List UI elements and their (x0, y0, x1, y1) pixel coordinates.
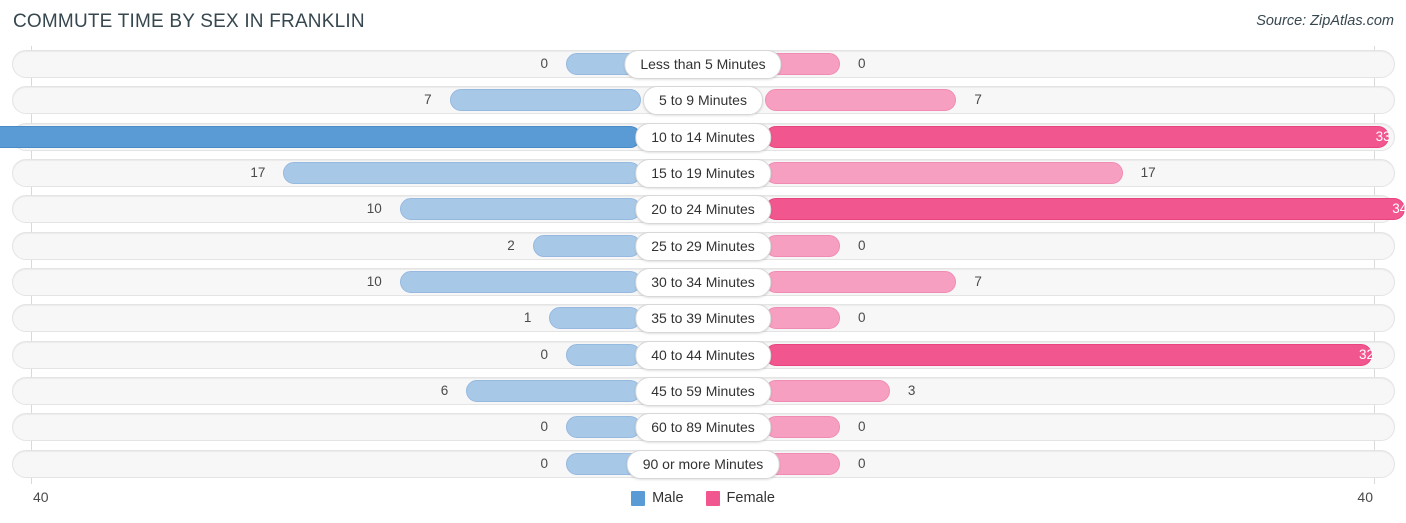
bar-value-male: 0 (540, 56, 548, 71)
bar-row: 1 0 35 to 39 Minutes (0, 300, 1406, 336)
category-label-pill: 30 to 34 Minutes (635, 268, 771, 298)
bar-value-male: 2 (507, 237, 515, 253)
bar-row: 0 0 90 or more Minutes (0, 446, 1406, 482)
category-label-pill: 25 to 29 Minutes (635, 231, 771, 261)
category-label-pill: 45 to 59 Minutes (635, 377, 771, 407)
bar-rows: 00Less than 5 Minutes775 to 9 Minutes393… (0, 46, 1406, 482)
bar-female[interactable] (765, 271, 957, 294)
legend-swatch-male-icon (631, 490, 646, 506)
legend-swatch-female-icon (705, 490, 720, 506)
bar-value-male: 0 (540, 346, 548, 362)
bar-value-female: 3 (907, 383, 916, 399)
bar-male[interactable] (566, 343, 641, 366)
bar-value-male: 6 (440, 383, 449, 399)
bar-row: 10 34 20 to 24 Minutes (0, 191, 1406, 227)
bar-row: 0 0 60 to 89 Minutes (0, 409, 1406, 445)
bar-male[interactable] (549, 307, 641, 330)
bar-value-female: 33 (1375, 128, 1391, 144)
bar-value-male: 10 (366, 274, 382, 290)
bar-female[interactable] (765, 343, 1372, 366)
bar-female[interactable] (765, 234, 840, 257)
chart-legend: Male Female (0, 490, 1406, 506)
bar-row: 17 17 15 to 19 Minutes (0, 155, 1406, 191)
legend-label-female: Female (726, 490, 775, 506)
category-label-pill: 15 to 19 Minutes (635, 159, 771, 189)
bar-row: 10 7 30 to 34 Minutes (0, 264, 1406, 300)
bar-value-male: 0 (540, 419, 548, 435)
bar-male[interactable] (466, 380, 641, 403)
bar-male[interactable] (532, 234, 641, 257)
category-label-pill: Less than 5 Minutes (624, 50, 782, 79)
bar-value-male: 10 (366, 201, 382, 217)
chart-header: COMMUTE TIME BY SEX IN FRANKLIN Source: … (0, 0, 1406, 46)
bar-row: 0 0 Less than 5 Minutes (0, 46, 1406, 82)
bar-male[interactable] (0, 125, 641, 148)
bar-male[interactable] (399, 198, 641, 221)
bar-value-male: 7 (424, 92, 432, 108)
bar-value-female: 34 (1392, 201, 1406, 217)
legend-label-male: Male (652, 490, 684, 506)
chart-plot-area: 00Less than 5 Minutes775 to 9 Minutes393… (0, 46, 1406, 484)
source-attribution: Source: ZipAtlas.com (1256, 13, 1394, 29)
page-title: COMMUTE TIME BY SEX IN FRANKLIN (13, 11, 365, 32)
bar-male[interactable] (399, 271, 641, 294)
bar-row: 393310 to 14 Minutes (0, 119, 1406, 155)
category-label-pill: 10 to 14 Minutes (635, 122, 771, 152)
category-label-pill: 20 to 24 Minutes (635, 195, 771, 225)
bar-row: 0 32 40 to 44 Minutes (0, 337, 1406, 373)
bar-female[interactable] (765, 162, 1123, 185)
bar-male[interactable] (283, 162, 641, 185)
bar-value-female: 0 (858, 419, 866, 435)
category-label-pill: 35 to 39 Minutes (635, 304, 771, 334)
category-label-pill: 60 to 89 Minutes (635, 413, 771, 443)
bar-value-female: 0 (858, 455, 866, 471)
bar-value-male: 1 (523, 310, 532, 326)
bar-value-female: 32 (1358, 346, 1374, 362)
bar-value-female: 0 (858, 56, 866, 71)
bar-row: 6 3 45 to 59 Minutes (0, 373, 1406, 409)
bar-female[interactable] (765, 198, 1406, 221)
bar-value-female: 0 (858, 310, 866, 326)
bar-female[interactable] (765, 416, 840, 439)
legend-item-female[interactable]: Female (705, 490, 775, 506)
bar-female[interactable] (765, 125, 1389, 148)
legend-item-male[interactable]: Male (631, 490, 684, 506)
bar-male[interactable] (566, 416, 641, 439)
category-label-pill: 40 to 44 Minutes (635, 340, 771, 370)
bar-value-female: 0 (858, 237, 866, 253)
bar-row: 7 7 5 to 9 Minutes (0, 82, 1406, 118)
bar-row: 2 0 25 to 29 Minutes (0, 228, 1406, 264)
bar-male[interactable] (449, 89, 641, 112)
bar-female[interactable] (765, 307, 840, 330)
category-label-pill: 5 to 9 Minutes (643, 86, 763, 116)
bar-value-female: 7 (974, 92, 982, 108)
bar-female[interactable] (765, 380, 890, 403)
bar-value-female: 7 (974, 274, 982, 290)
category-label-pill: 90 or more Minutes (626, 449, 780, 479)
bar-value-male: 0 (540, 455, 548, 471)
bar-value-female: 17 (1140, 165, 1156, 181)
bar-female[interactable] (765, 89, 957, 112)
chart-footer: 40 40 Male Female (0, 484, 1406, 523)
bar-value-male: 17 (250, 165, 266, 181)
